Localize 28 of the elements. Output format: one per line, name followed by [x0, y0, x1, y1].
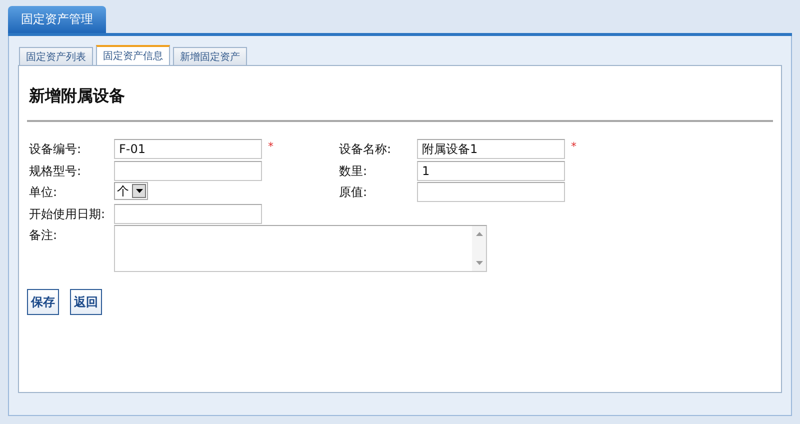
field-label: 备注:	[29, 227, 58, 244]
text-input[interactable]: 1	[417, 160, 565, 180]
app-tab[interactable]: 固定资产管理	[8, 6, 106, 33]
scroll-up-icon[interactable]	[476, 232, 482, 236]
field-label: 原值:	[339, 184, 368, 201]
field-label: 设备编号:	[29, 141, 82, 158]
notes-textarea[interactable]	[114, 225, 487, 272]
form-button[interactable]: 返回	[70, 289, 102, 315]
page-title: 新增附属设备	[28, 86, 126, 107]
field-label: 设备名称:	[339, 141, 392, 158]
field-label: 开始使用日期:	[29, 206, 106, 222]
scroll-down-icon[interactable]	[476, 261, 482, 265]
required-mark: *	[268, 139, 274, 155]
text-input[interactable]	[114, 160, 262, 180]
required-mark: *	[571, 139, 576, 155]
field-label: 单位:	[29, 184, 58, 201]
text-input[interactable]: F-01	[114, 139, 262, 159]
tab[interactable]: 固定资产列表	[19, 47, 93, 65]
text-input[interactable]	[417, 182, 565, 202]
caret-icon	[136, 189, 142, 193]
field-label: 数里:	[339, 162, 368, 180]
text-input[interactable]: 附属设备1	[417, 139, 565, 159]
form-button[interactable]: 保存	[27, 289, 59, 315]
field-label: 规格型号:	[29, 162, 82, 180]
unit-select[interactable]: 个	[114, 182, 148, 200]
text-input[interactable]	[114, 204, 262, 224]
tab[interactable]: 新增固定资产	[173, 47, 247, 65]
tab[interactable]: 固定资产信息	[96, 45, 170, 65]
